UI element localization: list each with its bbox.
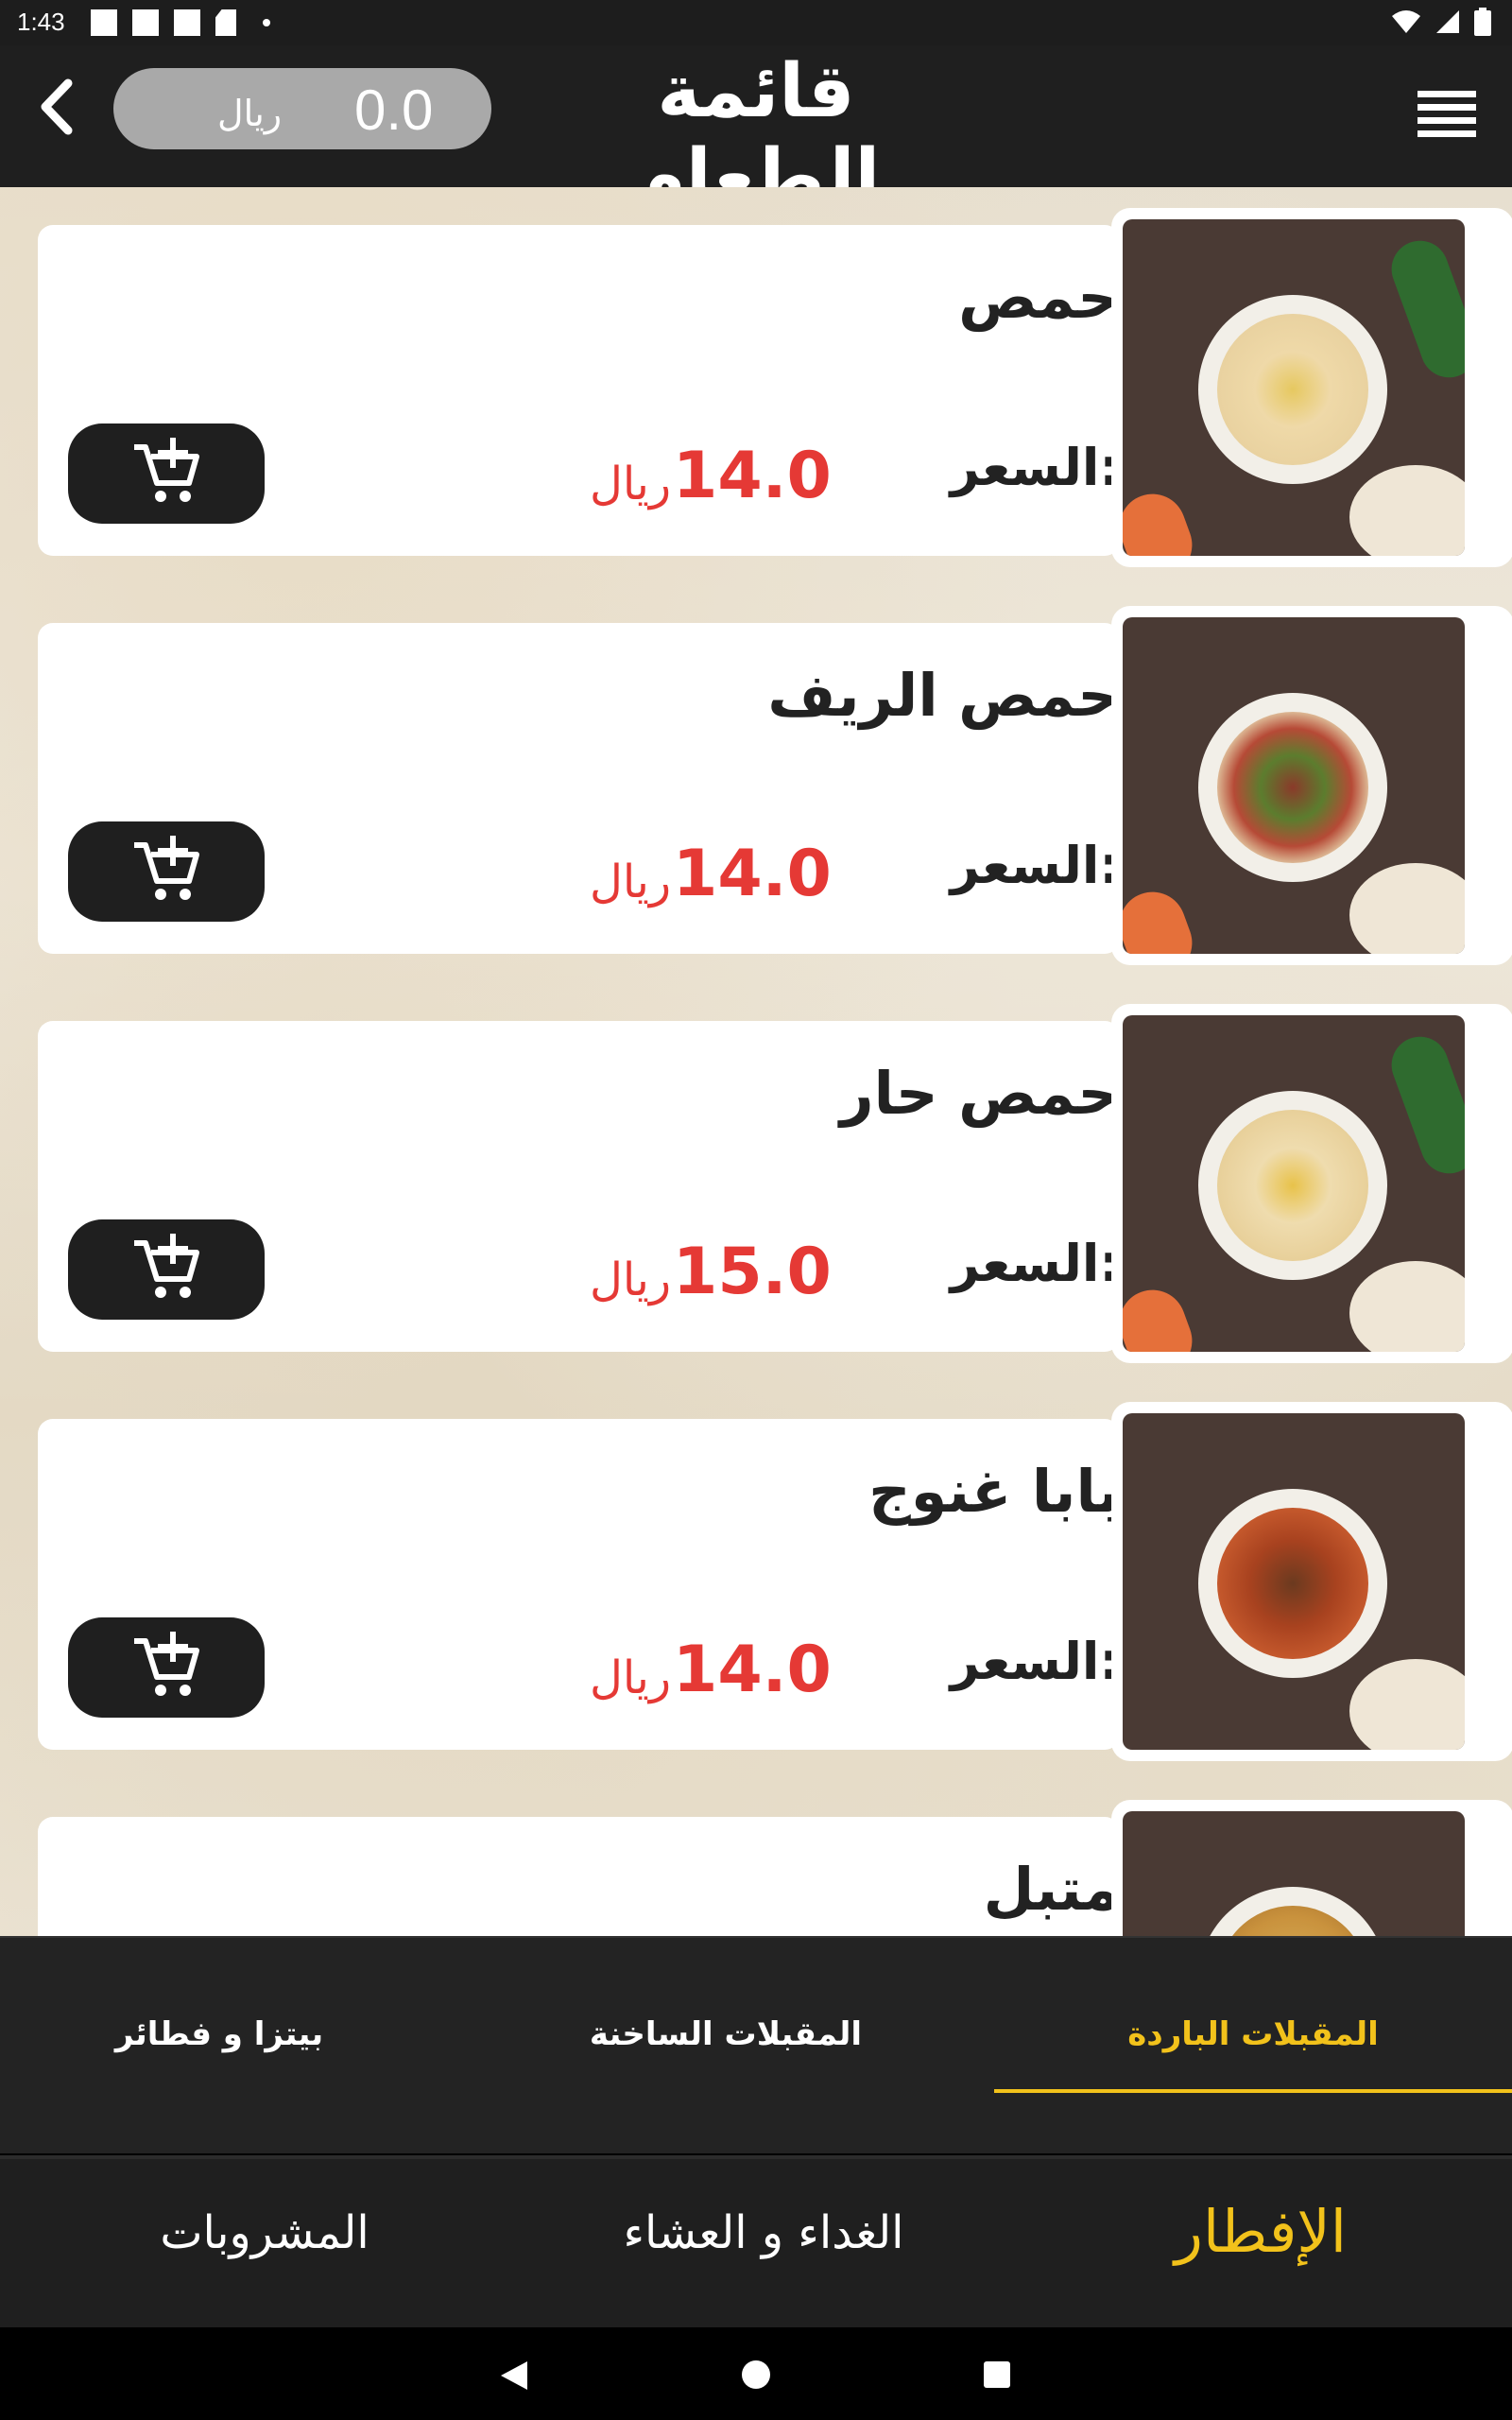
item-price: 14.0 <box>673 837 832 911</box>
add-to-cart-icon <box>134 836 199 900</box>
item-price: 14.0 <box>673 1633 832 1707</box>
item-image <box>1111 1402 1512 1761</box>
list-item[interactable]: متبل <box>38 1800 1512 1936</box>
category-bar: الإفطار الغداء و العشاء المشروبات <box>0 2155 1512 2327</box>
item-currency: ريال <box>589 458 671 510</box>
tab-cold-appetizers[interactable]: المقبلات الباردة <box>1007 2015 1499 2053</box>
category-lunch-dinner[interactable]: الغداء و العشاء <box>518 2206 1009 2259</box>
active-tab-indicator <box>994 2089 1512 2093</box>
notification-icon <box>174 9 200 36</box>
add-to-cart-button[interactable] <box>68 1617 265 1718</box>
nav-home-icon[interactable] <box>741 2360 771 2390</box>
item-name: حمص <box>958 263 1120 332</box>
item-price: 14.0 <box>673 439 832 513</box>
item-name: حمص الريف <box>767 661 1120 730</box>
add-to-cart-button[interactable] <box>68 424 265 524</box>
add-to-cart-icon <box>134 438 199 502</box>
chevron-left-icon <box>41 78 73 135</box>
signal-icon <box>1436 10 1459 33</box>
list-item[interactable]: بابا غنوج السعر: 14.0 ريال <box>38 1402 1512 1761</box>
tab-hot-appetizers[interactable]: المقبلات الساخنة <box>480 2015 971 2053</box>
sd-card-icon <box>215 9 236 36</box>
item-price: 15.0 <box>673 1235 832 1309</box>
more-notifications-icon <box>263 19 270 26</box>
cart-total: 0.0 <box>354 78 434 142</box>
item-image <box>1111 208 1512 567</box>
item-name: بابا غنوج <box>868 1457 1120 1526</box>
system-nav-bar <box>0 2327 1512 2420</box>
dish-photo <box>1123 617 1465 954</box>
system-icons <box>1391 8 1491 36</box>
dish-photo <box>1123 219 1465 556</box>
app-bar: ريال 0.0 قائمة الطعام <box>0 45 1512 219</box>
price-label: السعر: <box>950 836 1120 895</box>
item-currency: ريال <box>589 1253 671 1306</box>
battery-icon <box>1474 8 1491 36</box>
subcategory-tabs: المقبلات الباردة المقبلات الساخنة بيتزا … <box>0 1936 1512 2153</box>
notification-icon <box>91 9 117 36</box>
item-card[interactable]: حمص الريف السعر: 14.0 ريال <box>38 623 1120 954</box>
back-button[interactable] <box>28 74 85 140</box>
list-item[interactable]: حمص السعر: 14.0 ريال <box>38 208 1512 567</box>
dish-photo <box>1123 1015 1465 1352</box>
price-label: السعر: <box>950 1632 1120 1691</box>
status-bar: 1:43 <box>0 0 1512 45</box>
item-card[interactable]: حمص حار السعر: 15.0 ريال <box>38 1021 1120 1352</box>
nav-recents-icon[interactable] <box>983 2360 1011 2389</box>
price-label: السعر: <box>950 1234 1120 1293</box>
list-item[interactable]: حمص الريف السعر: 14.0 ريال <box>38 606 1512 965</box>
item-image <box>1111 1004 1512 1363</box>
item-name: متبل <box>983 1855 1120 1924</box>
tab-pizza-pies[interactable]: بيتزا و فطائر <box>0 2015 465 2053</box>
item-image <box>1111 1800 1512 1936</box>
menu-icon <box>1418 91 1476 137</box>
list-item[interactable]: حمص حار السعر: 15.0 ريال <box>38 1004 1512 1363</box>
item-image <box>1111 606 1512 965</box>
price-label: السعر: <box>950 438 1120 497</box>
item-card[interactable]: حمص السعر: 14.0 ريال <box>38 225 1120 556</box>
item-card[interactable]: متبل <box>38 1817 1120 1936</box>
item-currency: ريال <box>589 856 671 908</box>
item-currency: ريال <box>589 1651 671 1704</box>
add-to-cart-icon <box>134 1234 199 1298</box>
add-to-cart-button[interactable] <box>68 1219 265 1320</box>
cart-total-pill[interactable]: ريال 0.0 <box>113 68 491 149</box>
notification-icon <box>132 9 159 36</box>
menu-list[interactable]: حمص السعر: 14.0 ريال حمص الريف السعر: 14… <box>0 187 1512 1936</box>
category-breakfast[interactable]: الإفطار <box>1015 2197 1506 2266</box>
item-name: حمص حار <box>839 1059 1120 1128</box>
dish-photo <box>1123 1413 1465 1750</box>
notification-icons <box>91 9 270 36</box>
wifi-icon <box>1392 10 1420 33</box>
cart-currency: ريال <box>217 93 283 134</box>
nav-back-icon[interactable] <box>499 2360 529 2392</box>
add-to-cart-icon <box>134 1632 199 1696</box>
item-card[interactable]: بابا غنوج السعر: 14.0 ريال <box>38 1419 1120 1750</box>
menu-button[interactable] <box>1416 83 1478 146</box>
category-drinks[interactable]: المشروبات <box>19 2206 510 2259</box>
dish-photo <box>1123 1811 1465 1936</box>
add-to-cart-button[interactable] <box>68 821 265 922</box>
status-time: 1:43 <box>17 8 65 36</box>
